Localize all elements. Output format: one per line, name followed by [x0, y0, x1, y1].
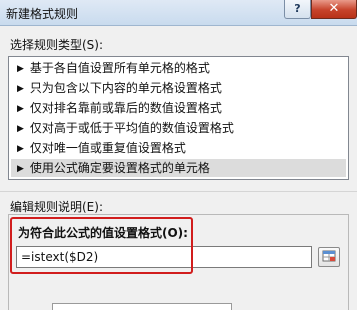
preview-box [52, 303, 232, 310]
triangle-right-icon: ▶ [17, 104, 24, 114]
triangle-right-icon: ▶ [17, 84, 24, 94]
rule-type-item[interactable]: ▶ 基于各自值设置所有单元格的格式 [11, 59, 346, 77]
triangle-right-icon: ▶ [17, 124, 24, 134]
triangle-right-icon: ▶ [17, 64, 24, 74]
rule-type-item[interactable]: ▶ 仅对排名靠前或靠后的数值设置格式 [11, 99, 346, 117]
rule-type-item-selected[interactable]: ▶ 使用公式确定要设置格式的单元格 [11, 159, 346, 177]
rule-type-item-label: 基于各自值设置所有单元格的格式 [29, 61, 210, 75]
rule-type-item[interactable]: ▶ 仅对高于或低于平均值的数值设置格式 [11, 119, 346, 137]
formula-highlight-box [10, 217, 193, 274]
range-select-icon [322, 250, 336, 262]
rule-type-item-label: 仅对排名靠前或靠后的数值设置格式 [29, 101, 222, 115]
rule-type-label: 选择规则类型(S): [10, 38, 104, 52]
rule-type-item-label: 仅对唯一值或重复值设置格式 [29, 141, 186, 155]
rule-type-item[interactable]: ▶ 仅对唯一值或重复值设置格式 [11, 139, 346, 157]
range-select-button[interactable] [318, 247, 340, 267]
section-divider [0, 191, 357, 192]
triangle-right-icon: ▶ [17, 164, 24, 174]
close-button[interactable]: ✕ [311, 0, 357, 19]
triangle-right-icon: ▶ [17, 144, 24, 154]
rule-type-item[interactable]: ▶ 只为包含以下内容的单元格设置格式 [11, 79, 346, 97]
window-title: 新建格式规则 [6, 7, 79, 21]
title-bar: 新建格式规则 ? ✕ [0, 0, 357, 26]
rule-type-item-label: 只为包含以下内容的单元格设置格式 [29, 81, 222, 95]
rule-type-item-label: 使用公式确定要设置格式的单元格 [29, 161, 210, 175]
rule-type-list[interactable]: ▶ 基于各自值设置所有单元格的格式 ▶ 只为包含以下内容的单元格设置格式 ▶ 仅对排名… [8, 56, 349, 180]
description-label: 编辑规则说明(E): [10, 200, 103, 214]
rule-type-item-label: 仅对高于或低于平均值的数值设置格式 [29, 121, 234, 135]
help-button[interactable]: ? [284, 0, 311, 19]
